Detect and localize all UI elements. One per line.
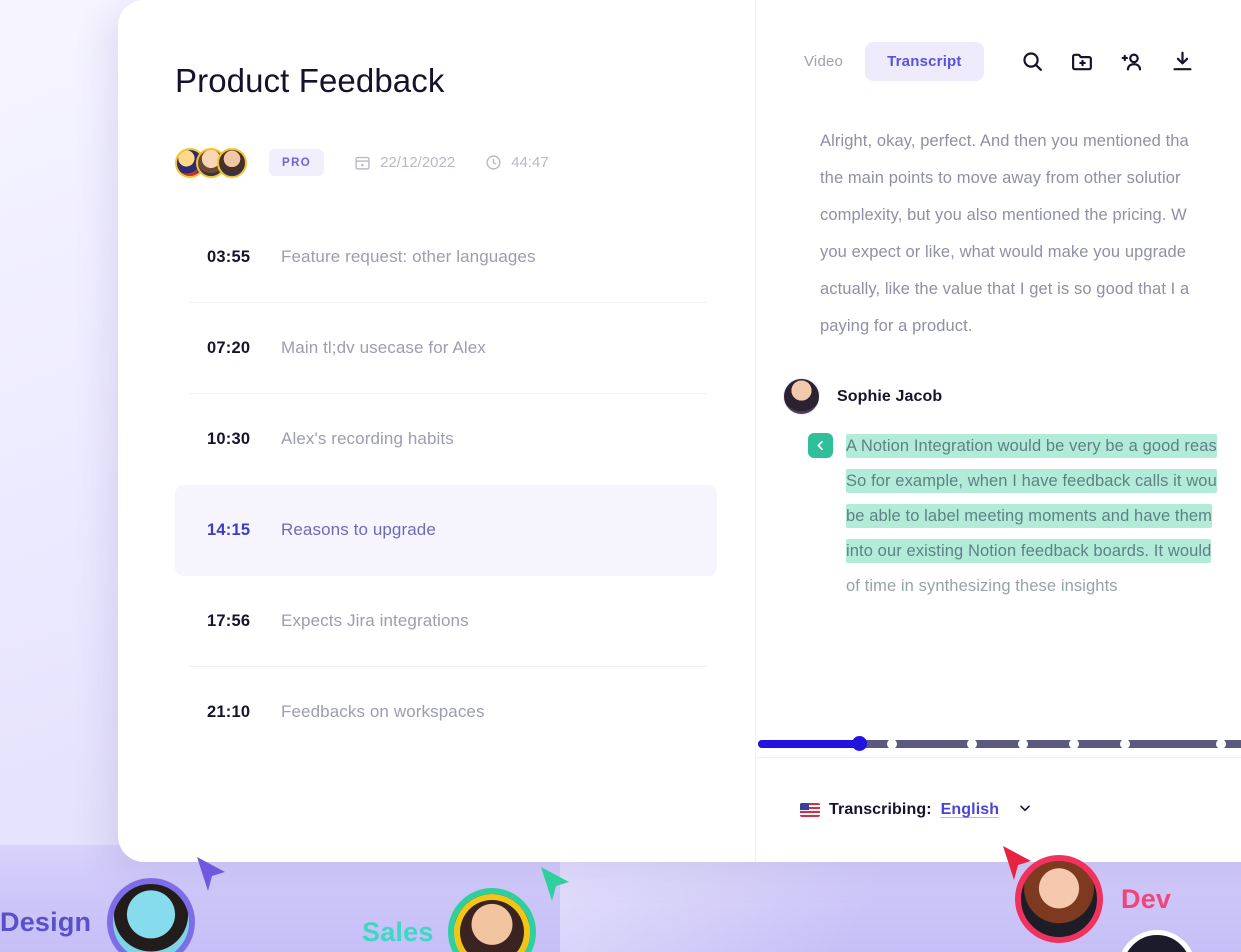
chapter-row[interactable]: 21:10 Feedbacks on workspaces [175, 665, 717, 758]
participant-avatar-stack[interactable]: ★ [175, 147, 247, 178]
avatar[interactable] [107, 878, 196, 952]
calendar-icon [354, 154, 371, 171]
speaker-header: Sophie Jacob [783, 378, 1241, 415]
meeting-duration-text: 44:47 [511, 154, 549, 172]
highlighted-transcript: A Notion Integration would be very be a … [808, 429, 1241, 604]
participant-dev[interactable]: Dev [1015, 855, 1171, 943]
meeting-meta-row: ★ PRO 22/12/2022 [175, 147, 755, 178]
chevron-down-icon[interactable] [1017, 800, 1033, 821]
transcript-line-highlighted: So for example, when I have feedback cal… [846, 464, 1241, 499]
transcript-line: the main points to move away from other … [820, 169, 1181, 187]
download-icon[interactable] [1170, 49, 1195, 74]
transcribing-language-row: Transcribing: English [800, 800, 1033, 821]
meeting-date: 22/12/2022 [354, 154, 455, 171]
transcript-toolbar: Video Transcript [756, 0, 1241, 123]
meeting-duration: 44:47 [485, 154, 549, 171]
app-card: Product Feedback ★ PRO [118, 0, 1241, 862]
playback-scrubber[interactable] [756, 731, 1241, 757]
chapter-title: Reasons to upgrade [281, 520, 436, 540]
cursor-arrow [194, 856, 230, 899]
chapter-title: Expects Jira integrations [281, 611, 469, 631]
transcript-line: complexity, but you also mentioned the p… [820, 206, 1187, 224]
scrubber-marker[interactable] [967, 739, 977, 749]
cursor-arrow [538, 866, 574, 909]
speaker-block: Sophie Jacob A Notion Integration would … [783, 378, 1241, 604]
transcript-paragraph: Alright, okay, perfect. And then you men… [820, 123, 1241, 345]
participant-label: Dev [1121, 883, 1172, 914]
avatar[interactable] [447, 888, 536, 952]
transcript-line-highlighted: into our existing Notion feedback boards… [846, 534, 1241, 569]
page-title: Product Feedback [175, 62, 445, 99]
chapter-time: 10:30 [207, 429, 251, 448]
chapter-time: 17:56 [207, 611, 251, 630]
highlight-text: into our existing Notion feedback boards… [846, 539, 1212, 563]
transcript-line: you expect or like, what would make you … [820, 243, 1187, 261]
scrubber-fill [758, 740, 858, 748]
transcribing-language-value[interactable]: English [941, 801, 999, 819]
transcript-pane: Video Transcript Alright, okay, perfect.… [755, 0, 1241, 862]
search-icon[interactable] [1020, 49, 1045, 74]
transcript-body[interactable]: Alright, okay, perfect. And then you men… [756, 123, 1241, 731]
chapter-title: Feature request: other languages [281, 247, 536, 267]
transcript-line-highlighted: be able to label meeting moments and hav… [846, 499, 1241, 534]
app-screenshot: Product Feedback ★ PRO [0, 0, 1241, 952]
chapter-time: 03:55 [207, 247, 251, 266]
avatar[interactable] [1015, 855, 1103, 943]
transcript-line: paying for a product. [820, 317, 973, 335]
transcript-line: of time in synthesizing these insights [846, 577, 1118, 595]
participant-design[interactable]: Design [0, 878, 196, 952]
us-flag-icon [800, 803, 820, 817]
pro-badge: PRO [269, 149, 325, 177]
transcribing-label: Transcribing: [829, 801, 932, 818]
chevron-left-icon[interactable] [808, 433, 833, 458]
clock-icon [485, 154, 502, 171]
scrubber-marker[interactable] [1216, 739, 1226, 749]
chapter-title: Feedbacks on workspaces [281, 702, 485, 722]
scrubber-marker[interactable] [887, 739, 897, 749]
participant-label: Design [0, 906, 92, 937]
scrubber-marker[interactable] [1018, 739, 1028, 749]
chapter-row[interactable]: 17:56 Expects Jira integrations [175, 576, 717, 667]
chapter-list: 03:55 Feature request: other languages 0… [175, 212, 717, 758]
chapter-row[interactable]: 10:30 Alex's recording habits [175, 392, 717, 485]
chapter-time: 07:20 [207, 338, 251, 357]
chapter-time: 14:15 [207, 520, 251, 539]
scrubber-marker[interactable] [1120, 739, 1130, 749]
scrubber-handle[interactable] [852, 736, 867, 751]
tab-video[interactable]: Video [782, 42, 865, 81]
tab-transcript[interactable]: Transcript [865, 42, 984, 81]
transcript-line: actually, like the value that I get is s… [820, 280, 1190, 298]
meeting-detail-pane: Product Feedback ★ PRO [118, 0, 755, 862]
transcript-footer: Transcribing: English [756, 757, 1241, 862]
speaker-name: Sophie Jacob [837, 387, 943, 405]
highlight-text: be able to label meeting moments and hav… [846, 504, 1212, 528]
transcript-line-highlighted: A Notion Integration would be very be a … [846, 429, 1241, 464]
transcript-line: Alright, okay, perfect. And then you men… [820, 132, 1189, 150]
add-person-icon[interactable] [1120, 49, 1145, 74]
meeting-date-text: 22/12/2022 [380, 154, 456, 172]
chapter-row[interactable]: 03:55 Feature request: other languages [175, 212, 717, 303]
participant-label: Sales [362, 916, 434, 947]
chapter-time: 21:10 [207, 702, 251, 721]
highlight-text: So for example, when I have feedback cal… [846, 469, 1217, 493]
avatar[interactable] [217, 147, 247, 178]
avatar[interactable] [783, 378, 820, 415]
transcript-toolbar-icons [1020, 49, 1195, 74]
chapter-title: Main tl;dv usecase for Alex [281, 338, 486, 358]
folder-add-icon[interactable] [1070, 49, 1095, 74]
scrubber-marker[interactable] [1069, 739, 1079, 749]
chapter-title: Alex's recording habits [281, 429, 454, 449]
chapter-row[interactable]: 07:20 Main tl;dv usecase for Alex [175, 301, 717, 394]
highlight-text: A Notion Integration would be very be a … [846, 434, 1217, 458]
participant-sales[interactable]: Sales [362, 888, 536, 952]
chapter-row-active[interactable]: 14:15 Reasons to upgrade [175, 484, 717, 576]
